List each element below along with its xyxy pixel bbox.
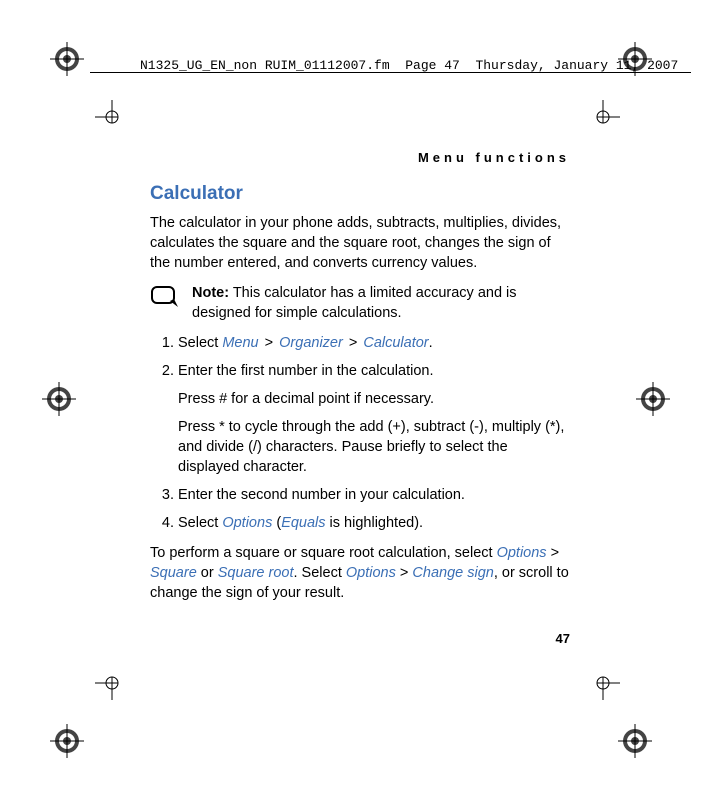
- square-root-link: Square root: [218, 565, 294, 581]
- step-2: Enter the first number in the calculatio…: [178, 361, 570, 477]
- note-icon: [150, 285, 182, 316]
- registration-mark-icon: [42, 382, 76, 416]
- step-text: (: [272, 515, 281, 531]
- organizer-link: Organizer: [279, 335, 343, 351]
- note-block: Note: This calculator has a limited accu…: [150, 283, 570, 323]
- page-meta-info: N1325_UG_EN_non RUIM_01112007.fm Page 47…: [140, 58, 691, 73]
- options-link: Options: [346, 565, 396, 581]
- step-text: .: [429, 335, 433, 351]
- note-text: Note: This calculator has a limited accu…: [192, 283, 570, 323]
- square-link: Square: [150, 565, 197, 581]
- registration-mark-icon: [636, 382, 670, 416]
- note-label: Note:: [192, 285, 229, 301]
- options-link: Options: [497, 545, 547, 561]
- tail-text: >: [547, 545, 560, 561]
- breadcrumb-separator: >: [343, 335, 364, 351]
- page-content: Menu functions Calculator The calculator…: [150, 150, 570, 646]
- breadcrumb-separator: >: [259, 335, 280, 351]
- options-link: Options: [222, 515, 272, 531]
- step-subtext: Press * to cycle through the add (+), su…: [178, 417, 570, 477]
- equals-link: Equals: [281, 515, 325, 531]
- step-text: Select: [178, 515, 222, 531]
- note-body: This calculator has a limited accuracy a…: [192, 285, 517, 321]
- crop-mark-icon: [95, 666, 129, 700]
- registration-mark-icon: [50, 42, 84, 76]
- step-4: Select Options (Equals is highlighted).: [178, 513, 570, 533]
- registration-mark-icon: [50, 724, 84, 758]
- step-text: Select: [178, 335, 222, 351]
- crop-mark-icon: [586, 100, 620, 134]
- tail-paragraph: To perform a square or square root calcu…: [150, 543, 570, 603]
- step-1: Select Menu > Organizer > Calculator.: [178, 333, 570, 353]
- menu-link: Menu: [222, 335, 258, 351]
- step-3: Enter the second number in your calculat…: [178, 485, 570, 505]
- tail-text: >: [396, 565, 413, 581]
- steps-list: Select Menu > Organizer > Calculator. En…: [150, 333, 570, 533]
- section-header: Menu functions: [150, 150, 570, 165]
- step-text: is highlighted).: [326, 515, 424, 531]
- step-text: Enter the second number in your calculat…: [178, 487, 465, 503]
- crop-mark-icon: [95, 100, 129, 134]
- tail-text: or: [197, 565, 218, 581]
- tail-text: To perform a square or square root calcu…: [150, 545, 497, 561]
- change-sign-link: Change sign: [412, 565, 493, 581]
- page-title: Calculator: [150, 183, 570, 205]
- step-subtext: Press # for a decimal point if necessary…: [178, 389, 570, 409]
- intro-paragraph: The calculator in your phone adds, subtr…: [150, 213, 570, 273]
- step-text: Enter the first number in the calculatio…: [178, 363, 434, 379]
- calculator-link: Calculator: [363, 335, 428, 351]
- page-number: 47: [150, 631, 570, 646]
- tail-text: . Select: [294, 565, 346, 581]
- crop-mark-icon: [586, 666, 620, 700]
- registration-mark-icon: [618, 724, 652, 758]
